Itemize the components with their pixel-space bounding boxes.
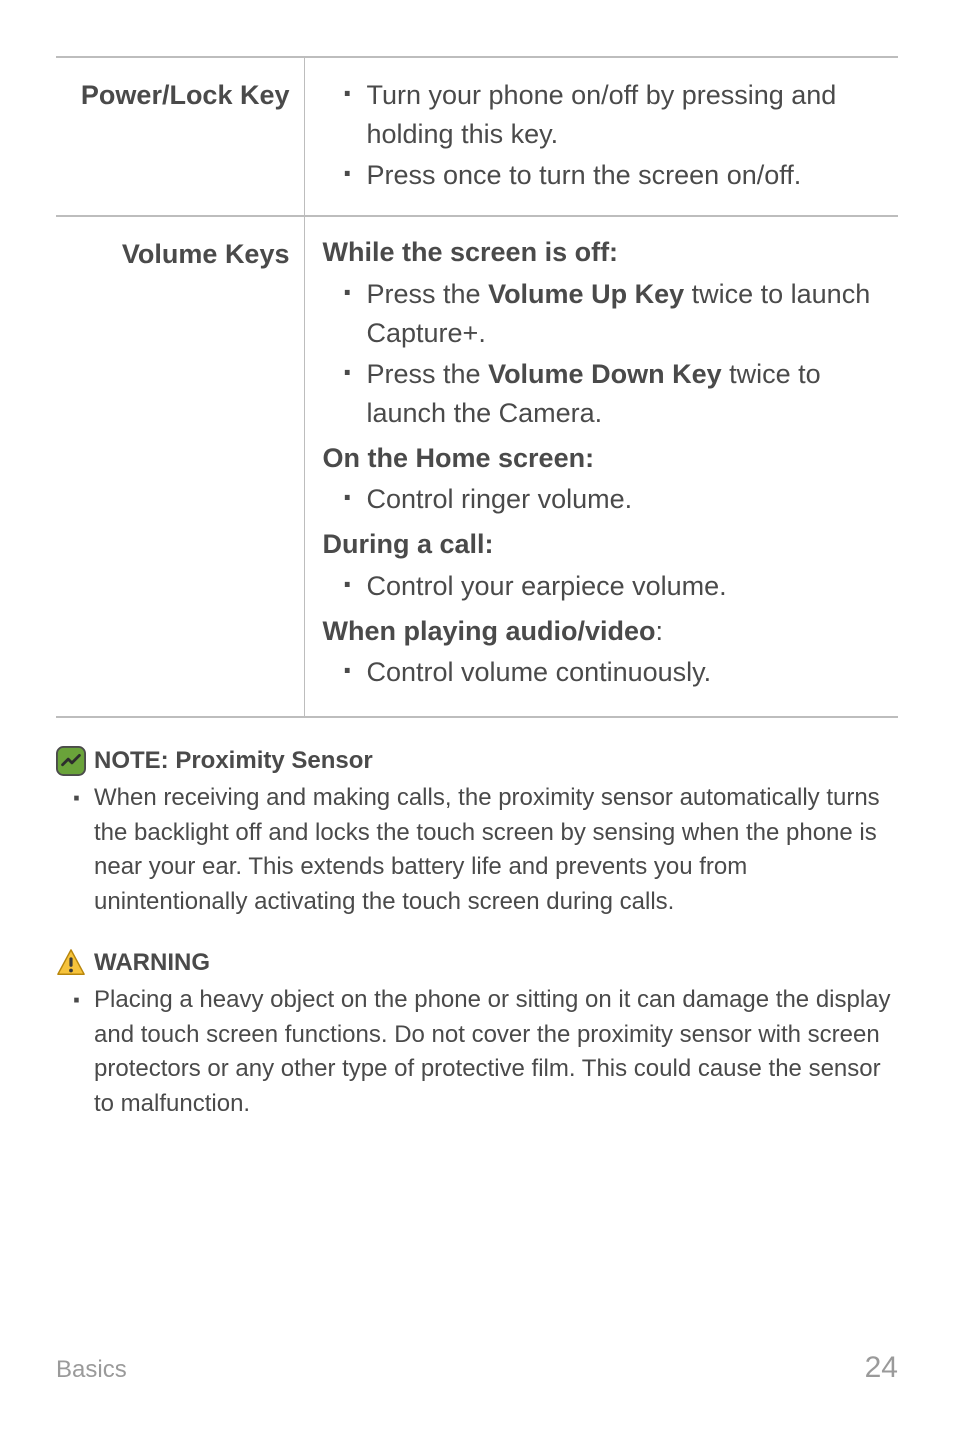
note-body: When receiving and making calls, the pro… [68, 781, 898, 920]
warning-body: Placing a heavy object on the phone or s… [68, 983, 898, 1122]
warning-callout: WARNING Placing a heavy object on the ph… [56, 946, 898, 1122]
list-item: Turn your phone on/off by pressing and h… [337, 76, 881, 154]
warning-icon [56, 948, 86, 978]
volume-keys-label: Volume Keys [56, 216, 304, 717]
note-heading: NOTE: Proximity Sensor [94, 744, 373, 779]
power-lock-desc: Turn your phone on/off by pressing and h… [304, 57, 898, 216]
volume-keys-desc: While the screen is off: Press the Volum… [304, 216, 898, 717]
list-item: Press the Volume Up Key twice to launch … [337, 275, 881, 353]
footer-section: Basics [56, 1356, 127, 1384]
subheading: While the screen is off: [323, 233, 881, 272]
subheading: During a call: [323, 525, 881, 564]
list-item: Press once to turn the screen on/off. [337, 156, 881, 195]
list-item: Control your earpiece volume. [337, 567, 881, 606]
list-item: Press the Volume Down Key twice to launc… [337, 355, 881, 433]
table-row: Power/Lock Key Turn your phone on/off by… [56, 57, 898, 216]
table-row: Volume Keys While the screen is off: Pre… [56, 216, 898, 717]
list-item: Control volume continuously. [337, 653, 881, 692]
list-item: Control ringer volume. [337, 480, 881, 519]
note-icon [56, 746, 86, 776]
key-table: Power/Lock Key Turn your phone on/off by… [56, 56, 898, 718]
note-callout: NOTE: Proximity Sensor When receiving an… [56, 744, 898, 920]
warning-heading: WARNING [94, 946, 210, 981]
subheading: On the Home screen: [323, 439, 881, 478]
power-lock-label: Power/Lock Key [56, 57, 304, 216]
footer-page-number: 24 [865, 1351, 898, 1385]
page-footer: Basics 24 [56, 1351, 898, 1385]
subheading: When playing audio/video: [323, 612, 881, 651]
